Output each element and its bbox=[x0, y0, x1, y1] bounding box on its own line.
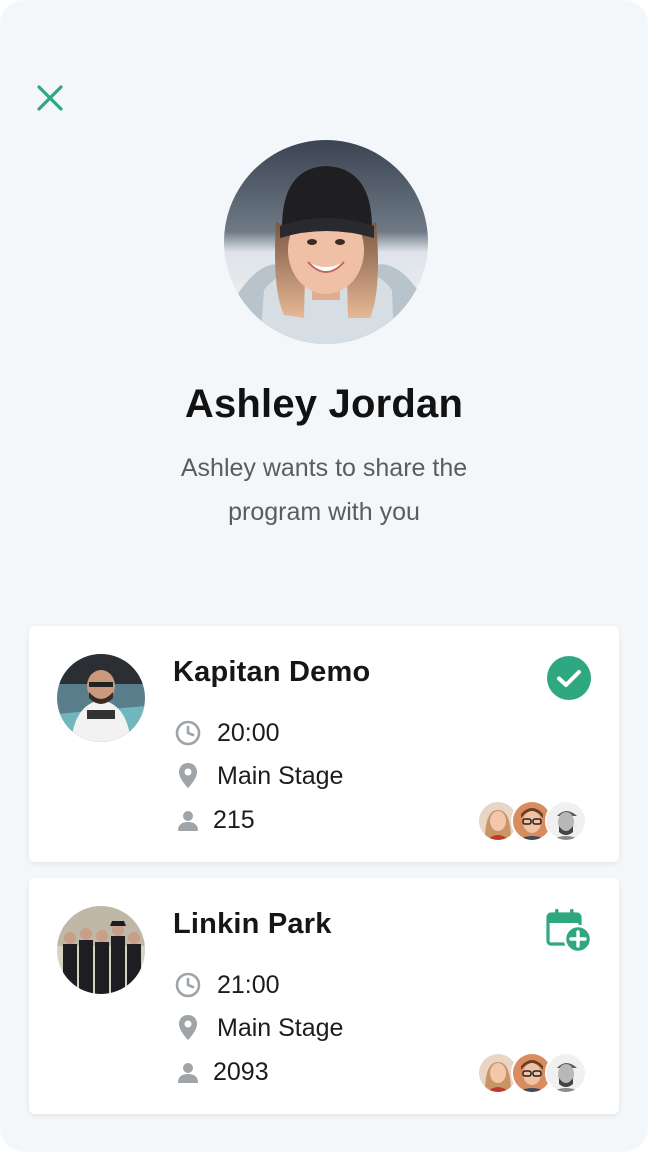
location-pin-icon bbox=[173, 761, 203, 791]
going-status-button[interactable] bbox=[545, 654, 593, 702]
event-location: Main Stage bbox=[217, 1013, 344, 1042]
calendar-add-icon bbox=[546, 909, 592, 953]
add-to-calendar-button[interactable] bbox=[545, 906, 593, 954]
event-attendees: 215 bbox=[213, 805, 255, 834]
event-time: 21:00 bbox=[217, 970, 280, 999]
event-attendees-row: 2093 bbox=[173, 1055, 269, 1089]
event-time-row: 21:00 bbox=[173, 968, 280, 1002]
clock-icon bbox=[173, 970, 203, 1000]
friends-going bbox=[477, 1052, 589, 1094]
profile-avatar bbox=[224, 140, 428, 344]
close-button[interactable] bbox=[30, 78, 70, 118]
location-pin-icon bbox=[173, 1013, 203, 1043]
person-icon bbox=[173, 1057, 203, 1087]
artist-avatar bbox=[57, 654, 145, 742]
clock-icon bbox=[173, 718, 203, 748]
share-program-screen: Ashley Jordan Ashley wants to share the … bbox=[0, 0, 648, 1152]
share-message: Ashley wants to share the program with y… bbox=[180, 454, 468, 526]
event-location-row: Main Stage bbox=[173, 1011, 343, 1045]
friends-going bbox=[477, 800, 589, 842]
person-icon bbox=[173, 805, 203, 835]
event-card[interactable]: Kapitan Demo 20:00 Main Stage 215 bbox=[29, 626, 619, 862]
check-circle-icon bbox=[547, 656, 591, 700]
friend-avatar bbox=[545, 1052, 587, 1094]
event-time: 20:00 bbox=[217, 718, 280, 747]
event-location-row: Main Stage bbox=[173, 759, 343, 793]
close-icon bbox=[37, 85, 63, 111]
artist-avatar bbox=[57, 906, 145, 994]
event-title: Kapitan Demo bbox=[173, 656, 371, 688]
friend-avatar bbox=[545, 800, 587, 842]
event-attendees-row: 215 bbox=[173, 803, 255, 837]
event-card[interactable]: Linkin Park 21:00 Main Stage 2093 bbox=[29, 878, 619, 1114]
event-attendees: 2093 bbox=[213, 1057, 269, 1086]
event-time-row: 20:00 bbox=[173, 716, 280, 750]
event-location: Main Stage bbox=[217, 761, 344, 790]
profile-name: Ashley Jordan bbox=[184, 382, 464, 426]
event-title: Linkin Park bbox=[173, 908, 332, 940]
